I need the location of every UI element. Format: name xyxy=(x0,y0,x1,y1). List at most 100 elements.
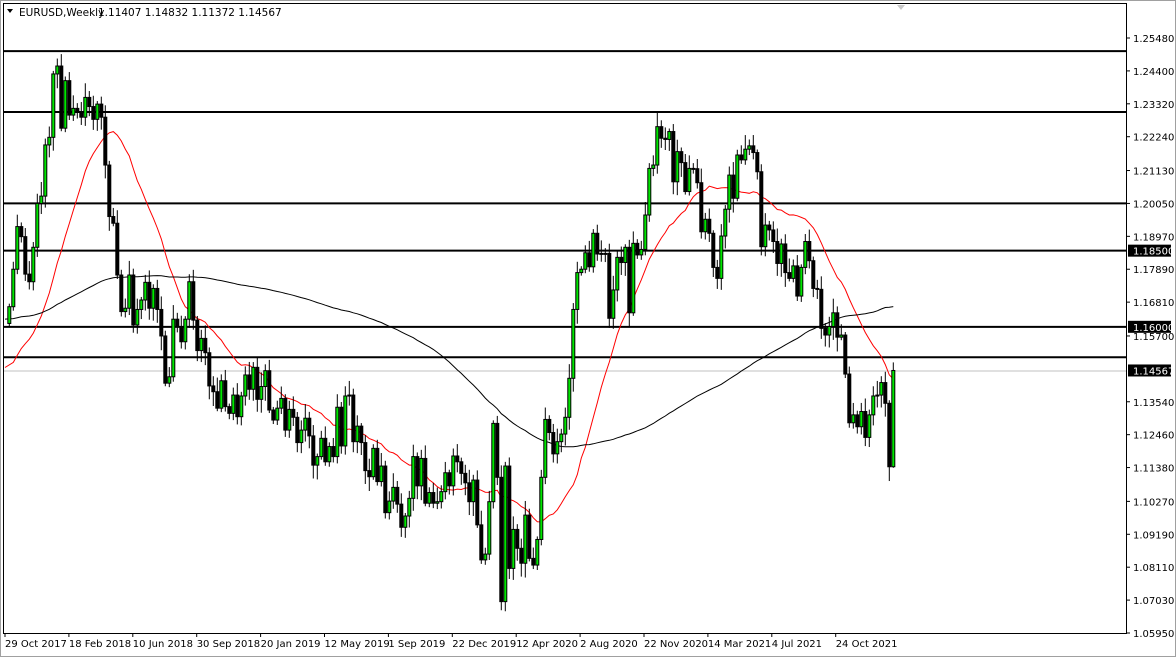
bear-candle-body xyxy=(395,486,400,505)
time-tick-label: 20 Jan 2019 xyxy=(261,639,321,650)
bull-candle-body xyxy=(43,144,48,197)
bear-candle-body xyxy=(131,274,136,326)
bear-candle-body xyxy=(771,229,776,243)
bull-candle-body xyxy=(539,476,544,540)
bull-candle-body xyxy=(403,515,408,528)
bear-candle-body xyxy=(863,411,868,438)
bull-candle-body xyxy=(471,479,476,503)
bear-candle-body xyxy=(307,417,312,437)
bull-candle-body xyxy=(591,232,596,268)
candle xyxy=(495,415,500,486)
bull-candle-body xyxy=(875,394,880,397)
bear-candle-body xyxy=(663,137,668,140)
candle xyxy=(631,231,636,316)
time-tick-label: 1 Sep 2019 xyxy=(388,639,445,650)
bull-candle-body xyxy=(275,407,280,421)
bear-candle-body xyxy=(587,252,592,268)
bear-candle-body xyxy=(671,131,676,183)
bull-candle-body xyxy=(439,491,444,503)
price-tag-label: 1.16000 xyxy=(1133,323,1174,334)
bear-candle-body xyxy=(175,318,180,328)
bull-candle-body xyxy=(503,465,508,603)
bear-candle-body xyxy=(87,96,92,108)
bear-candle-body xyxy=(283,397,288,431)
bull-candle-body xyxy=(827,326,832,336)
bear-candle-body xyxy=(887,402,892,468)
bull-candle-body xyxy=(483,553,488,561)
bear-candle-body xyxy=(399,503,404,528)
time-tick-label: 4 Jul 2021 xyxy=(772,639,822,650)
candle xyxy=(59,54,64,132)
candle xyxy=(539,469,544,546)
bull-candle-body xyxy=(95,103,100,120)
bull-candle-body xyxy=(287,408,292,431)
bull-candle-body xyxy=(851,414,856,424)
time-tick-label: 10 Jun 2018 xyxy=(133,639,193,650)
candle xyxy=(503,461,508,612)
chart-window[interactable]: 1.25480 1.24400 1.23320 1.22240 1.21130 1.200… xyxy=(0,0,1176,657)
time-tick-label: 29 Oct 2017 xyxy=(5,639,67,650)
price-tick-label: 1.21130 xyxy=(1133,167,1174,178)
bear-candle-body xyxy=(27,273,32,283)
bear-candle-body xyxy=(595,232,600,255)
bear-candle-body xyxy=(115,222,120,276)
bull-candle-body xyxy=(71,107,76,116)
bull-candle-body xyxy=(347,394,352,397)
bull-candle-body xyxy=(763,224,768,248)
bull-candle-body xyxy=(583,252,588,270)
bull-candle-body xyxy=(491,422,496,503)
bear-candle-body xyxy=(507,465,512,569)
bear-candle-body xyxy=(495,422,500,478)
price-tick-label: 1.13540 xyxy=(1133,398,1174,409)
bull-candle-body xyxy=(543,418,548,478)
bull-candle-body xyxy=(15,226,20,270)
plot-area[interactable] xyxy=(3,3,1127,634)
bull-candle-body xyxy=(139,299,144,310)
bull-candle-body xyxy=(299,429,304,444)
price-tick-label: 1.11380 xyxy=(1133,464,1174,475)
bull-candle-body xyxy=(487,501,492,555)
candle xyxy=(163,330,168,387)
candle xyxy=(759,164,764,256)
price-tick-label: 1.22240 xyxy=(1133,133,1174,144)
bear-candle-body xyxy=(707,218,712,234)
bull-candle-body xyxy=(655,126,660,166)
bull-candle-body xyxy=(599,252,604,255)
bear-candle-body xyxy=(627,246,632,314)
bear-candle-body xyxy=(271,409,276,421)
time-tick-label: 18 Feb 2018 xyxy=(69,639,131,650)
bear-candle-body xyxy=(463,472,468,484)
bull-candle-body xyxy=(319,437,324,458)
bull-candle-body xyxy=(723,208,728,237)
price-tick-label: 1.07030 xyxy=(1133,596,1174,607)
bull-candle-body xyxy=(427,492,432,504)
bear-candle-body xyxy=(823,327,828,336)
bear-candle-body xyxy=(375,447,380,483)
bear-candle-body xyxy=(75,107,80,113)
bear-candle-body xyxy=(807,241,812,262)
bull-candle-body xyxy=(419,457,424,487)
bull-candle-body xyxy=(719,235,724,279)
bear-candle-body xyxy=(103,116,108,166)
bull-candle-body xyxy=(687,167,692,193)
bull-candle-body xyxy=(623,246,628,264)
time-tick-label: 22 Nov 2020 xyxy=(644,639,708,650)
bull-candle-body xyxy=(343,395,348,447)
bull-candle-body xyxy=(879,382,884,396)
bear-candle-body xyxy=(711,232,716,268)
bear-candle-body xyxy=(635,242,640,256)
candle xyxy=(571,303,576,392)
bull-candle-body xyxy=(871,395,876,416)
bull-candle-body xyxy=(799,266,804,297)
bull-candle-body xyxy=(219,380,224,409)
price-tick-label: 1.18970 xyxy=(1133,232,1174,243)
bull-candle-body xyxy=(735,154,740,199)
bear-candle-body xyxy=(855,414,860,428)
bear-candle-body xyxy=(815,287,820,290)
bull-candle-body xyxy=(39,195,44,204)
bear-candle-body xyxy=(147,281,152,309)
bear-candle-body xyxy=(331,446,336,458)
bear-candle-body xyxy=(447,472,452,487)
bull-candle-body xyxy=(199,337,204,352)
bull-candle-body xyxy=(127,274,132,309)
